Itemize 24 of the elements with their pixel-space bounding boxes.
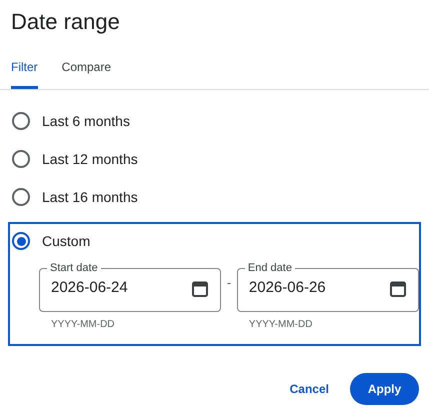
field-label: End date bbox=[246, 261, 293, 275]
date-field[interactable]: Start date 2026-06-24 bbox=[39, 261, 222, 312]
cancel-button[interactable]: Cancel bbox=[286, 372, 333, 406]
radio-button[interactable] bbox=[12, 112, 30, 130]
date-field[interactable]: End date 2026-06-26 bbox=[236, 261, 419, 312]
dialog-title: Date range bbox=[11, 8, 121, 36]
calendar-icon[interactable] bbox=[390, 280, 406, 296]
format-hint: YYYY-MM-DD bbox=[50, 318, 116, 332]
tab[interactable]: Filter bbox=[11, 58, 38, 89]
radio-button[interactable] bbox=[12, 188, 30, 206]
option-label[interactable]: Last 16 months bbox=[42, 186, 138, 208]
field-label: Start date bbox=[49, 261, 99, 275]
option-label[interactable]: Custom bbox=[42, 230, 90, 252]
radio-button[interactable] bbox=[12, 232, 30, 250]
date-value[interactable]: 2026-06-26 bbox=[248, 275, 390, 301]
option-label[interactable]: Last 12 months bbox=[42, 148, 138, 170]
option-label[interactable]: Last 6 months bbox=[42, 110, 130, 132]
apply-button[interactable]: Apply bbox=[350, 373, 419, 405]
format-hint: YYYY-MM-DD bbox=[248, 318, 314, 332]
radio-button[interactable] bbox=[12, 150, 30, 168]
date-value[interactable]: 2026-06-24 bbox=[51, 275, 192, 301]
calendar-icon[interactable] bbox=[192, 280, 208, 296]
range-separator: - bbox=[226, 274, 232, 292]
tab[interactable]: Compare bbox=[62, 58, 112, 89]
